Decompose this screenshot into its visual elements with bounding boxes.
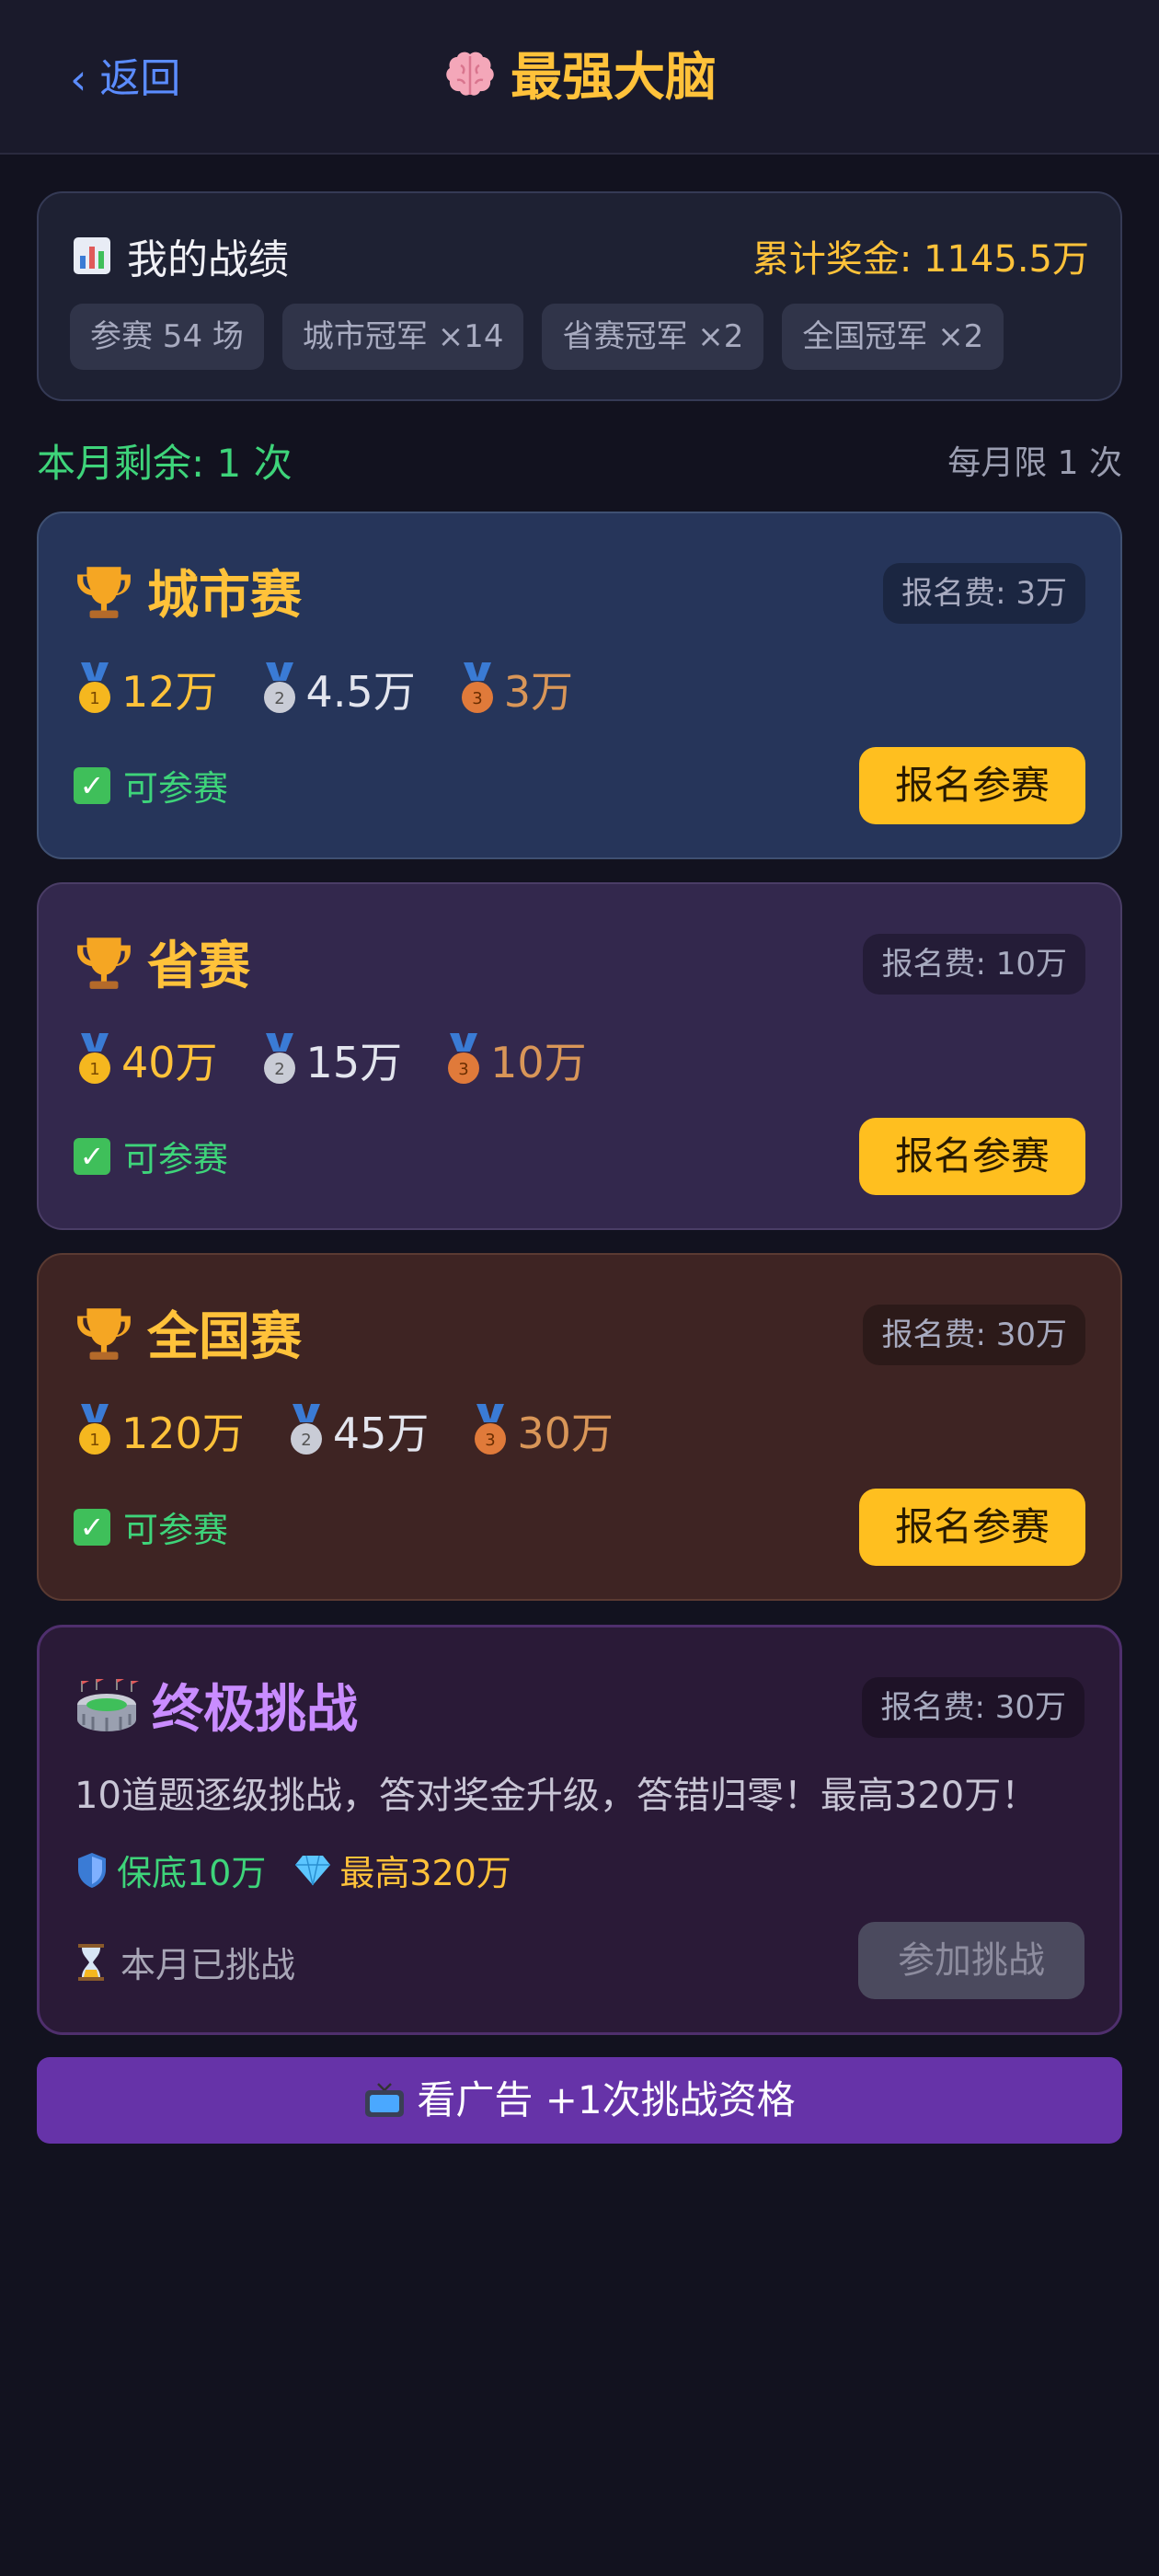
contest-name: 全国赛 (74, 1295, 302, 1370)
status-text: 可参赛 (123, 1139, 229, 1179)
trophy-icon (74, 561, 134, 622)
silver-prize: 4.5万 (258, 659, 416, 719)
status-text: 本月已挑战 (120, 1945, 296, 1985)
tv-icon (365, 2083, 405, 2117)
contest-name-text: 全国赛 (147, 1307, 302, 1367)
watch-ad-label: 看广告 +1次挑战资格 (417, 2077, 796, 2122)
contest-card-province: 省赛 报名费: 10万 40万 15万 10万 ✓ 可参赛 报名参赛 (37, 882, 1122, 1230)
contest-name-text: 省赛 (147, 937, 250, 996)
check-icon: ✓ (74, 1508, 110, 1546)
shield-icon (78, 1852, 106, 1888)
bronze-value: 30万 (517, 1409, 614, 1458)
guarantee-perk: 保底10万 (75, 1845, 266, 1895)
top-bar: ‹ 返回 最强大脑 (0, 0, 1159, 155)
chip-city-champion: 城市冠军 ×14 (281, 304, 524, 370)
challenge-name: 终极挑战 (75, 1668, 358, 1742)
hourglass-icon (78, 1943, 104, 1981)
challenge-status: 本月已挑战 (75, 1937, 295, 1987)
monthly-limit: 每月限 1 次 (947, 444, 1122, 482)
gold-medal-icon (74, 1404, 116, 1457)
bronze-prize: 3万 (456, 659, 573, 719)
ultimate-challenge-card: 终极挑战 报名费: 30万 10道题逐级挑战，答对奖金升级，答错归零！最高320… (37, 1625, 1122, 2035)
silver-prize: 45万 (285, 1400, 430, 1461)
trophy-icon (74, 1303, 134, 1363)
brain-icon (446, 52, 494, 96)
chip-matches: 参赛 54 场 (70, 304, 264, 370)
register-button-national[interactable]: 报名参赛 (859, 1489, 1085, 1566)
diamond-icon (295, 1855, 331, 1885)
stats-label: 我的战绩 (72, 226, 289, 285)
contest-name: 城市赛 (74, 554, 302, 628)
page-title: 最强大脑 (0, 46, 1159, 110)
contest-name-text: 城市赛 (147, 566, 302, 626)
max-prize-text: 最高320万 (339, 1853, 511, 1893)
status-text: 可参赛 (123, 1510, 229, 1550)
silver-medal-icon (258, 1033, 301, 1087)
trophy-icon (74, 932, 134, 993)
bronze-medal-icon (442, 1033, 485, 1087)
gold-value: 120万 (121, 1409, 245, 1458)
entry-fee: 报名费: 30万 (862, 1677, 1084, 1738)
contest-card-national: 全国赛 报名费: 30万 120万 45万 30万 ✓ 可参赛 报名参赛 (37, 1253, 1122, 1601)
bronze-value: 3万 (503, 667, 573, 717)
watch-ad-button[interactable]: 看广告 +1次挑战资格 (37, 2057, 1122, 2144)
gold-medal-icon (74, 662, 116, 716)
check-icon: ✓ (74, 766, 110, 804)
max-prize-perk: 最高320万 (293, 1845, 511, 1895)
silver-value: 45万 (332, 1409, 430, 1458)
register-button-province[interactable]: 报名参赛 (859, 1118, 1085, 1195)
total-prize: 累计奖金: 1145.5万 (752, 238, 1089, 281)
silver-medal-icon (258, 662, 301, 716)
join-challenge-button[interactable]: 参加挑战 (858, 1922, 1084, 1999)
silver-prize: 15万 (258, 1029, 403, 1090)
bar-chart-icon (74, 237, 110, 274)
gold-prize: 40万 (74, 1029, 218, 1090)
bronze-medal-icon (456, 662, 499, 716)
eligible-status: ✓ 可参赛 (74, 760, 228, 811)
gold-prize: 12万 (74, 659, 218, 719)
entry-fee: 报名费: 3万 (883, 563, 1085, 624)
entry-fee: 报名费: 10万 (863, 934, 1085, 995)
bronze-prize: 30万 (469, 1400, 614, 1461)
bronze-prize: 10万 (442, 1029, 587, 1090)
register-button-city[interactable]: 报名参赛 (859, 747, 1085, 824)
stadium-icon (77, 1678, 139, 1731)
gold-value: 40万 (121, 1038, 218, 1087)
bronze-medal-icon (469, 1404, 511, 1457)
gold-value: 12万 (121, 667, 218, 717)
title-text: 最强大脑 (511, 48, 717, 108)
entry-fee: 报名费: 30万 (863, 1305, 1085, 1365)
gold-prize: 120万 (74, 1400, 245, 1461)
remaining-count: 本月剩余: 1 次 (37, 441, 293, 486)
gold-medal-icon (74, 1033, 116, 1087)
eligible-status: ✓ 可参赛 (74, 1501, 228, 1552)
contest-card-city: 城市赛 报名费: 3万 12万 4.5万 3万 ✓ 可参赛 报名参赛 (37, 512, 1122, 859)
status-text: 可参赛 (123, 768, 229, 809)
contest-name: 省赛 (74, 925, 250, 999)
challenge-description: 10道题逐级挑战，答对奖金升级，答错归零！最高320万！ (75, 1775, 1039, 1817)
stats-label-text: 我的战绩 (127, 236, 289, 283)
chip-national-champion: 全国冠军 ×2 (782, 304, 1004, 370)
bronze-value: 10万 (490, 1038, 587, 1087)
silver-value: 15万 (305, 1038, 403, 1087)
chip-province-champion: 省赛冠军 ×2 (542, 304, 764, 370)
challenge-name-text: 终极挑战 (152, 1680, 358, 1740)
stats-card: 我的战绩 累计奖金: 1145.5万 参赛 54 场 城市冠军 ×14 省赛冠军… (37, 191, 1122, 401)
eligible-status: ✓ 可参赛 (74, 1131, 228, 1181)
check-icon: ✓ (74, 1137, 110, 1175)
guarantee-text: 保底10万 (117, 1853, 267, 1893)
silver-value: 4.5万 (305, 667, 416, 717)
silver-medal-icon (285, 1404, 327, 1457)
